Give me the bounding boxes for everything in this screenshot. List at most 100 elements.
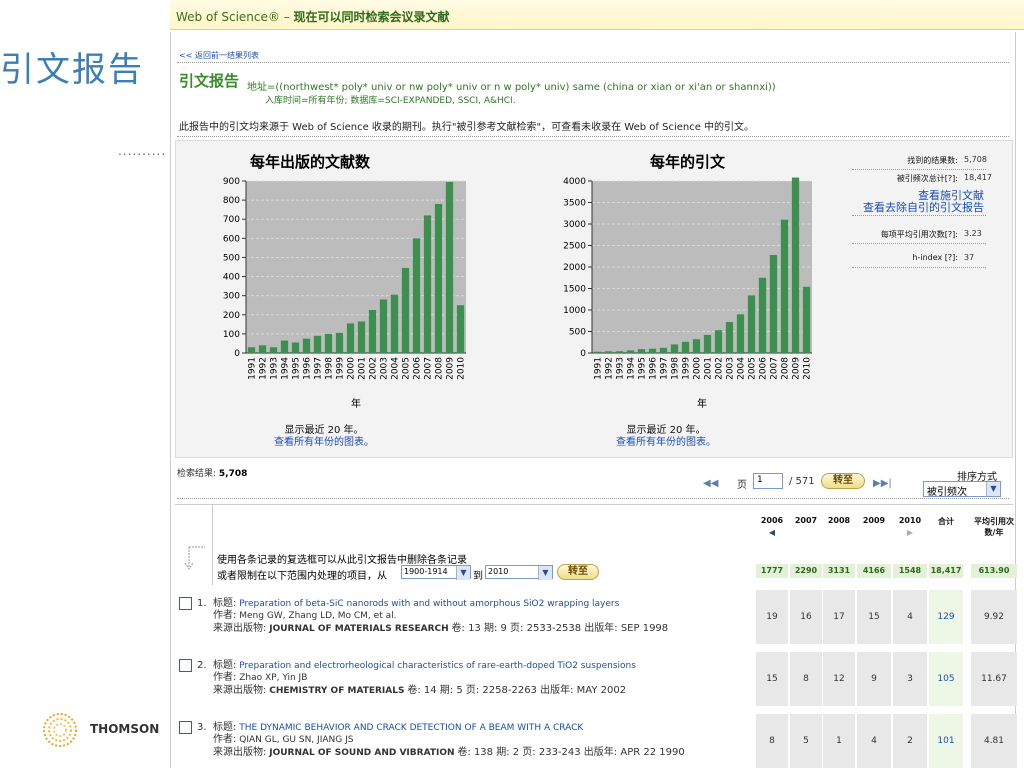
x-axis-label: 年 bbox=[351, 397, 361, 410]
bar-2001 bbox=[357, 321, 366, 353]
chevron-down-icon: ▼ bbox=[538, 566, 552, 580]
page-input[interactable]: 1 bbox=[753, 473, 783, 489]
sum-cell-2: 3131 bbox=[823, 564, 855, 578]
report-title: 引文报告 bbox=[179, 72, 240, 90]
y-tick-label: 300 bbox=[223, 292, 240, 302]
record-source: JOURNAL OF MATERIALS RESEARCH bbox=[269, 624, 449, 634]
x-tick-label: 1998 bbox=[325, 357, 335, 380]
year-cite-cell: 3 bbox=[893, 652, 927, 706]
x-tick-label: 1995 bbox=[292, 357, 302, 380]
range-to-value: 2010 bbox=[488, 567, 509, 576]
x-tick-label: 2004 bbox=[737, 357, 747, 380]
range-from-select[interactable]: 1900-1914 ▼ bbox=[401, 565, 471, 580]
citations-chart: 0 500 1000 1500 2000 2500 3000 3500 4000 1991 1992… bbox=[563, 177, 812, 410]
y-tick-label: 2500 bbox=[563, 242, 586, 252]
x-tick-label: 2008 bbox=[435, 357, 445, 380]
results-label: 检索结果: bbox=[177, 469, 217, 479]
bar-2007 bbox=[769, 254, 778, 353]
sum-cell-4: 1548 bbox=[893, 564, 927, 578]
col-header-2: 2008 bbox=[827, 516, 851, 525]
record-checkbox[interactable] bbox=[179, 597, 192, 610]
wos-brand[interactable]: Web of Science® bbox=[176, 10, 280, 24]
next-years-icon[interactable]: ▶ bbox=[893, 528, 927, 537]
source-label: 来源出版物: bbox=[213, 685, 267, 696]
divider bbox=[177, 498, 1009, 499]
x-tick-label: 1991 bbox=[594, 357, 604, 380]
cited-label: 被引频次总计[?]: bbox=[896, 174, 958, 183]
record-total-link[interactable]: 105 bbox=[929, 652, 963, 706]
year-cite-cell: 8 bbox=[756, 714, 788, 768]
x-tick-label: 2002 bbox=[715, 357, 725, 380]
bar-1994 bbox=[280, 340, 289, 353]
page-go-button[interactable]: 转至 bbox=[821, 473, 865, 489]
record-volume: 卷: 138 期: 2 页: 233-243 出版年: APR 22 1990 bbox=[457, 747, 685, 758]
chart-title-publications: 每年出版的文献数 bbox=[250, 153, 371, 171]
x-tick-label: 2003 bbox=[726, 357, 736, 380]
bar-2006 bbox=[412, 238, 421, 353]
found-value: 5,708 bbox=[964, 155, 987, 164]
year-cite-cell: 2 bbox=[893, 714, 927, 768]
x-tick-label: 2007 bbox=[770, 357, 780, 380]
record-avg-cell: 4.81 bbox=[971, 714, 1017, 768]
sum-cell-0: 1777 bbox=[756, 564, 788, 578]
year-cite-cell: 12 bbox=[823, 652, 855, 706]
bar-2005 bbox=[747, 295, 756, 353]
sum-cell-6: 613.90 bbox=[971, 564, 1017, 578]
all-years-link-right[interactable]: 查看所有年份的图表。 bbox=[606, 433, 726, 448]
x-tick-label: 2001 bbox=[704, 357, 714, 380]
all-years-link-left[interactable]: 查看所有年份的图表。 bbox=[264, 433, 384, 448]
chevron-down-icon: ▼ bbox=[986, 482, 1000, 496]
x-tick-label: 2001 bbox=[358, 357, 368, 380]
year-cite-cell: 16 bbox=[790, 590, 822, 644]
sum-cell-1: 2290 bbox=[790, 564, 822, 578]
cited-value: 18,417 bbox=[964, 173, 992, 182]
y-tick-label: 0 bbox=[580, 349, 586, 359]
bar-2009 bbox=[791, 177, 800, 353]
year-cite-cell: 19 bbox=[756, 590, 788, 644]
wos-header: Web of Science® – 现在可以同时检索会议录文献 bbox=[170, 0, 1024, 30]
x-tick-label: 1997 bbox=[660, 357, 670, 380]
x-tick-label: 2002 bbox=[369, 357, 379, 380]
range-to-select[interactable]: 2010 ▼ bbox=[485, 565, 553, 580]
y-tick-label: 4000 bbox=[563, 177, 586, 187]
plot-area bbox=[246, 181, 466, 353]
x-tick-label: 2005 bbox=[748, 357, 758, 380]
no-self-citation-link[interactable]: 查看去除自引的引文报告 bbox=[836, 199, 984, 215]
y-tick-label: 400 bbox=[223, 273, 240, 283]
sort-select[interactable]: 被引频次 ▼ bbox=[923, 481, 1001, 498]
bar-1993 bbox=[269, 347, 278, 353]
range-go-button[interactable]: 转至 bbox=[557, 564, 599, 580]
x-tick-label: 1997 bbox=[314, 357, 324, 380]
first-page-icon[interactable]: ◀◀ bbox=[703, 478, 718, 489]
bar-1997 bbox=[313, 335, 322, 353]
x-tick-label: 1996 bbox=[303, 357, 313, 380]
x-tick-label: 1999 bbox=[336, 357, 346, 380]
col-header-5: 合计 bbox=[938, 517, 954, 526]
record-source-line: 来源出版物: CHEMISTRY OF MATERIALS 卷: 14 期: 5… bbox=[213, 681, 626, 696]
thomson-logo-text: THOMSON bbox=[90, 722, 160, 736]
bar-2001 bbox=[703, 334, 712, 353]
next-last-page-icon[interactable]: ▶▶| bbox=[873, 478, 892, 489]
chart-title-citations: 每年的引文 bbox=[650, 153, 726, 171]
year-cite-cell: 15 bbox=[756, 652, 788, 706]
bar-1996 bbox=[648, 348, 657, 353]
bar-1998 bbox=[324, 333, 333, 353]
x-tick-label: 1999 bbox=[682, 357, 692, 380]
chevron-down-icon: ▼ bbox=[456, 566, 470, 580]
col-header-3: 2009 bbox=[862, 516, 886, 525]
slide-title: 引文报告 bbox=[0, 50, 144, 90]
range-instruction: 或者限制在以下范围内处理的项目，从 bbox=[217, 571, 387, 582]
select-arrow-cell bbox=[175, 505, 213, 585]
record-checkbox[interactable] bbox=[179, 721, 192, 734]
x-tick-label: 2007 bbox=[424, 357, 434, 380]
bar-2000 bbox=[346, 323, 355, 353]
record-total-link[interactable]: 129 bbox=[929, 590, 963, 644]
record-total-link[interactable]: 101 bbox=[929, 714, 963, 768]
bar-1995 bbox=[637, 349, 646, 353]
prev-years-icon[interactable]: ◀ bbox=[756, 528, 788, 537]
page-total: / 571 bbox=[789, 476, 815, 487]
found-label: 找到的结果数: bbox=[907, 156, 958, 165]
back-to-results-link[interactable]: << 返回前一结果列表 bbox=[179, 50, 259, 61]
record-checkbox[interactable] bbox=[179, 659, 192, 672]
y-tick-label: 2000 bbox=[563, 263, 586, 273]
